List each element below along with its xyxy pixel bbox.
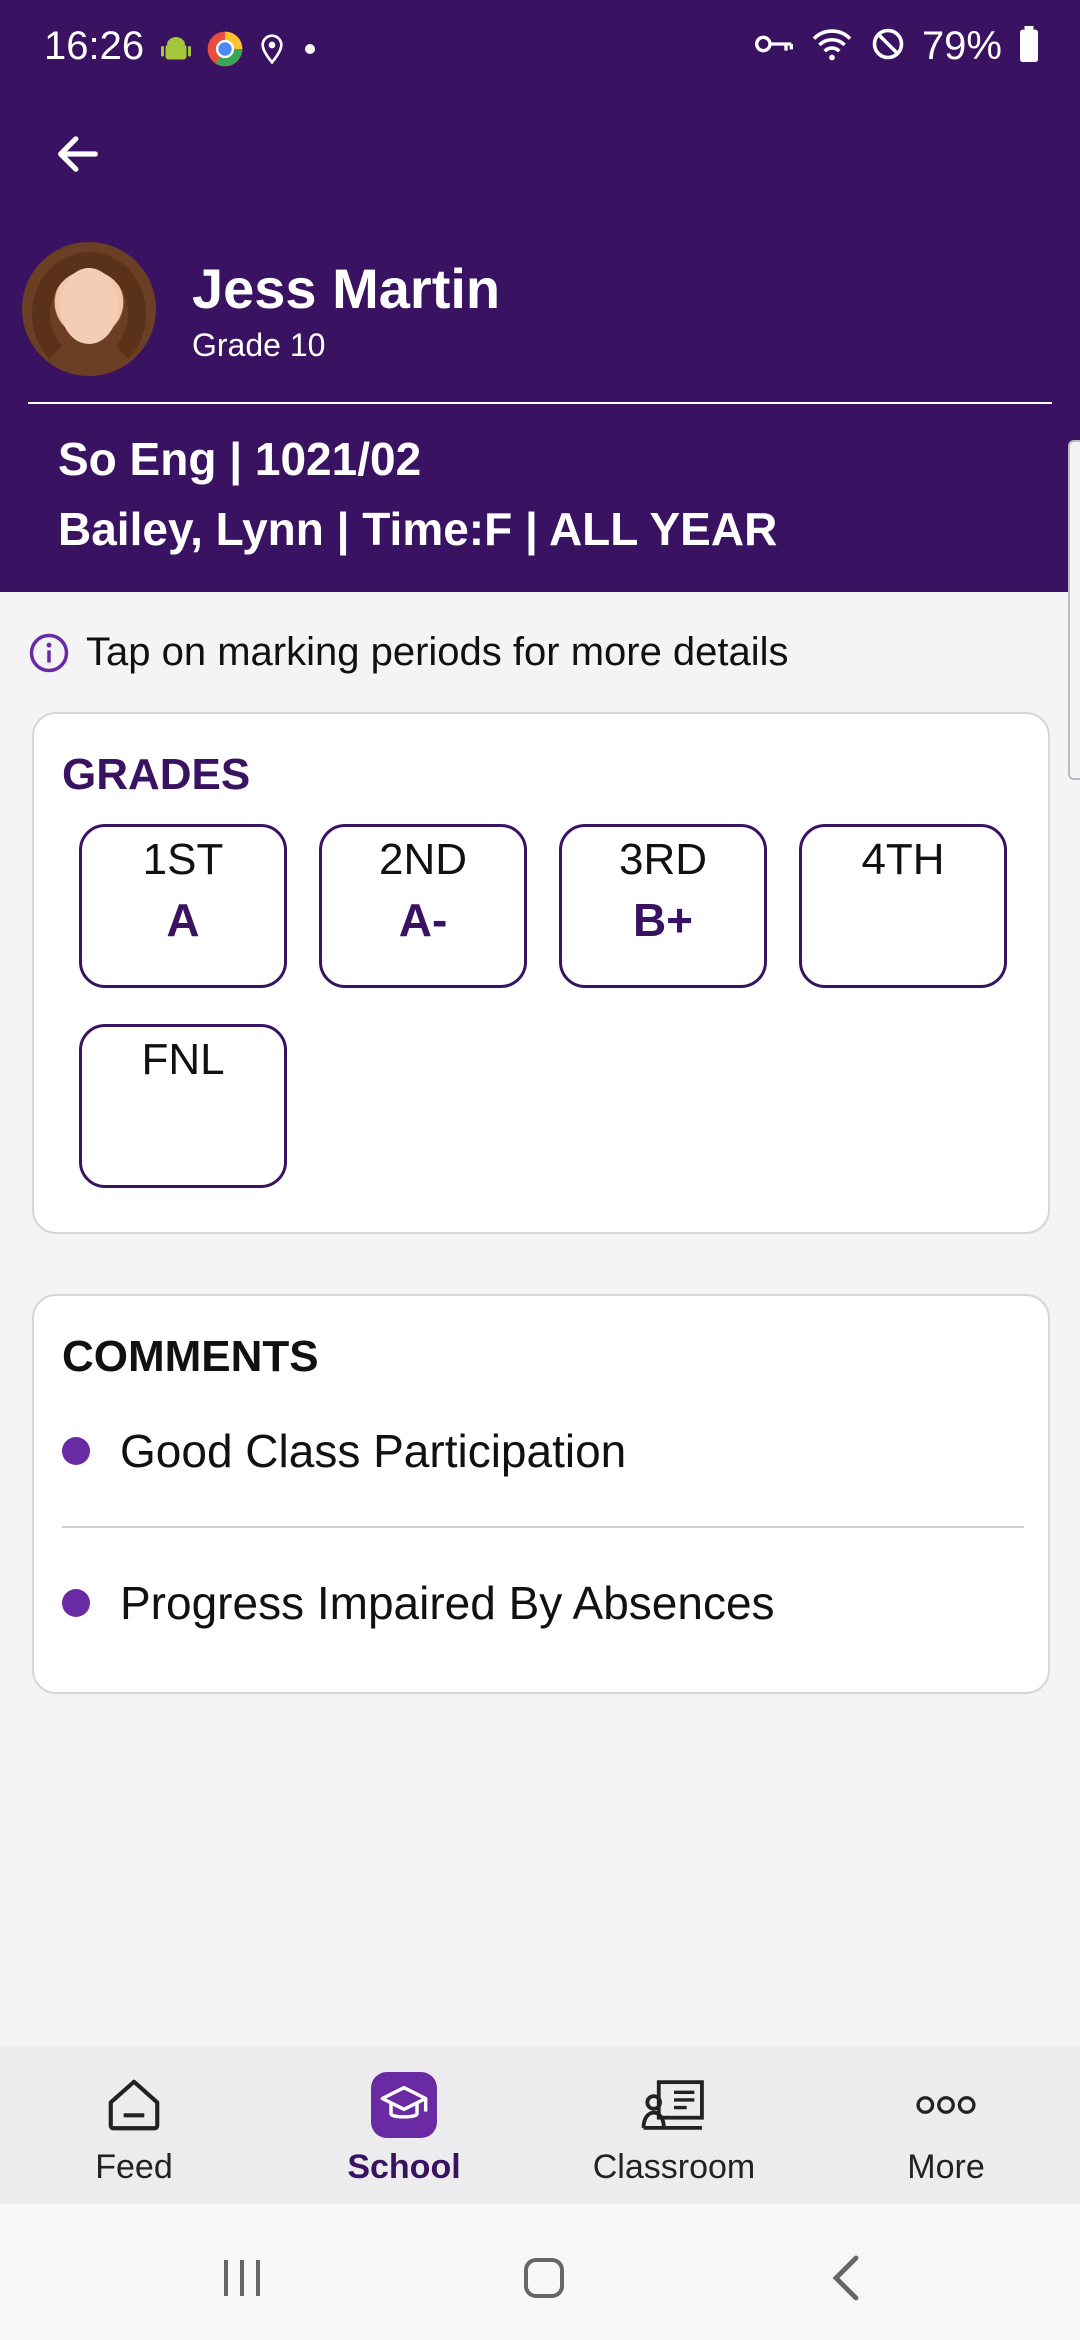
android-icon <box>158 31 194 72</box>
nav-label: School <box>347 2148 461 2186</box>
student-profile: Jess Martin Grade 10 <box>22 242 500 376</box>
vpn-key-icon <box>754 28 794 65</box>
system-navigation-bar <box>0 2204 1080 2340</box>
marking-period-1st[interactable]: 1ST A <box>79 824 287 988</box>
home-button[interactable] <box>504 2248 584 2308</box>
status-bar: 16:26 79% <box>0 0 1080 104</box>
nav-more[interactable]: More <box>826 2072 1066 2192</box>
back-button[interactable] <box>44 120 112 188</box>
header: 16:26 79% Jess Martin Grade 10 So Eng | … <box>0 0 1080 592</box>
marking-period-fnl[interactable]: FNL <box>79 1024 287 1188</box>
system-back-button[interactable] <box>806 2248 886 2308</box>
info-tip: Tap on marking periods for more details <box>28 630 789 675</box>
avatar <box>22 242 156 376</box>
marking-period-grade: A- <box>398 894 448 946</box>
home-square-icon <box>524 2258 564 2298</box>
student-name: Jess Martin <box>192 256 501 320</box>
marking-period-label: 4TH <box>861 835 945 884</box>
header-divider <box>28 402 1052 404</box>
chevron-left-icon <box>832 2255 859 2301</box>
nav-classroom[interactable]: Classroom <box>554 2072 794 2192</box>
course-code: So Eng | 1021/02 <box>58 433 422 485</box>
marking-period-4th[interactable]: 4TH <box>799 824 1007 988</box>
info-icon <box>29 633 69 672</box>
wifi-icon <box>810 26 854 67</box>
dot-icon <box>300 39 320 64</box>
nav-label: More <box>907 2148 985 2186</box>
nav-school[interactable]: School <box>284 2072 524 2192</box>
do-not-disturb-icon <box>870 26 906 67</box>
comment-text: Good Class Participation <box>120 1425 627 1477</box>
recents-icon <box>224 2260 260 2296</box>
comment-item: Good Class Participation <box>62 1424 626 1478</box>
chrome-icon <box>206 30 244 73</box>
comment-item: Progress Impaired By Absences <box>62 1576 775 1630</box>
nav-label: Classroom <box>592 2148 756 2186</box>
student-grade: Grade 10 <box>192 326 326 363</box>
bottom-navigation: Feed School Classroom More <box>0 2046 1080 2204</box>
comment-divider <box>62 1526 1024 1528</box>
grades-title: GRADES <box>62 750 251 799</box>
comment-text: Progress Impaired By Absences <box>120 1577 775 1629</box>
course-teacher-time: Bailey, Lynn | Time:F | ALL YEAR <box>58 503 778 555</box>
battery-percent: 79% <box>921 24 1002 68</box>
tip-text: Tap on marking periods for more details <box>86 630 789 674</box>
marking-period-label: 2ND <box>378 835 468 884</box>
bullet-icon <box>62 1437 90 1465</box>
nav-label: Feed <box>95 2148 173 2186</box>
grades-card: GRADES 1ST A 2ND A- 3RD B+ 4TH FNL <box>32 712 1050 1234</box>
battery-icon <box>1018 26 1040 67</box>
comments-title: COMMENTS <box>62 1332 319 1381</box>
more-dots-icon <box>913 2072 979 2138</box>
arrow-left-icon <box>58 136 98 172</box>
marking-period-grade: A <box>166 894 200 946</box>
status-icons-left <box>158 30 320 73</box>
comments-card: COMMENTS Good Class Participation Progre… <box>32 1294 1050 1694</box>
app-screen: 16:26 79% Jess Martin Grade 10 So Eng | … <box>0 0 1080 2340</box>
marking-period-grade: B+ <box>632 894 694 946</box>
student-info: Jess Martin Grade 10 <box>192 255 500 364</box>
marking-period-label: 3RD <box>618 835 708 884</box>
bullet-icon <box>62 1589 90 1617</box>
home-icon <box>101 2072 167 2138</box>
graduation-cap-icon <box>371 2072 437 2138</box>
marking-period-label: 1ST <box>142 835 224 884</box>
location-icon <box>256 31 288 72</box>
scroll-handle[interactable] <box>1068 440 1080 780</box>
marking-period-3rd[interactable]: 3RD B+ <box>559 824 767 988</box>
marking-period-label: FNL <box>141 1035 225 1084</box>
nav-feed[interactable]: Feed <box>14 2072 254 2192</box>
marking-period-2nd[interactable]: 2ND A- <box>319 824 527 988</box>
status-time: 16:26 <box>44 24 145 68</box>
classroom-board-icon <box>641 2072 707 2138</box>
status-icons-right: 79% <box>754 24 1040 69</box>
recents-button[interactable] <box>202 2248 282 2308</box>
